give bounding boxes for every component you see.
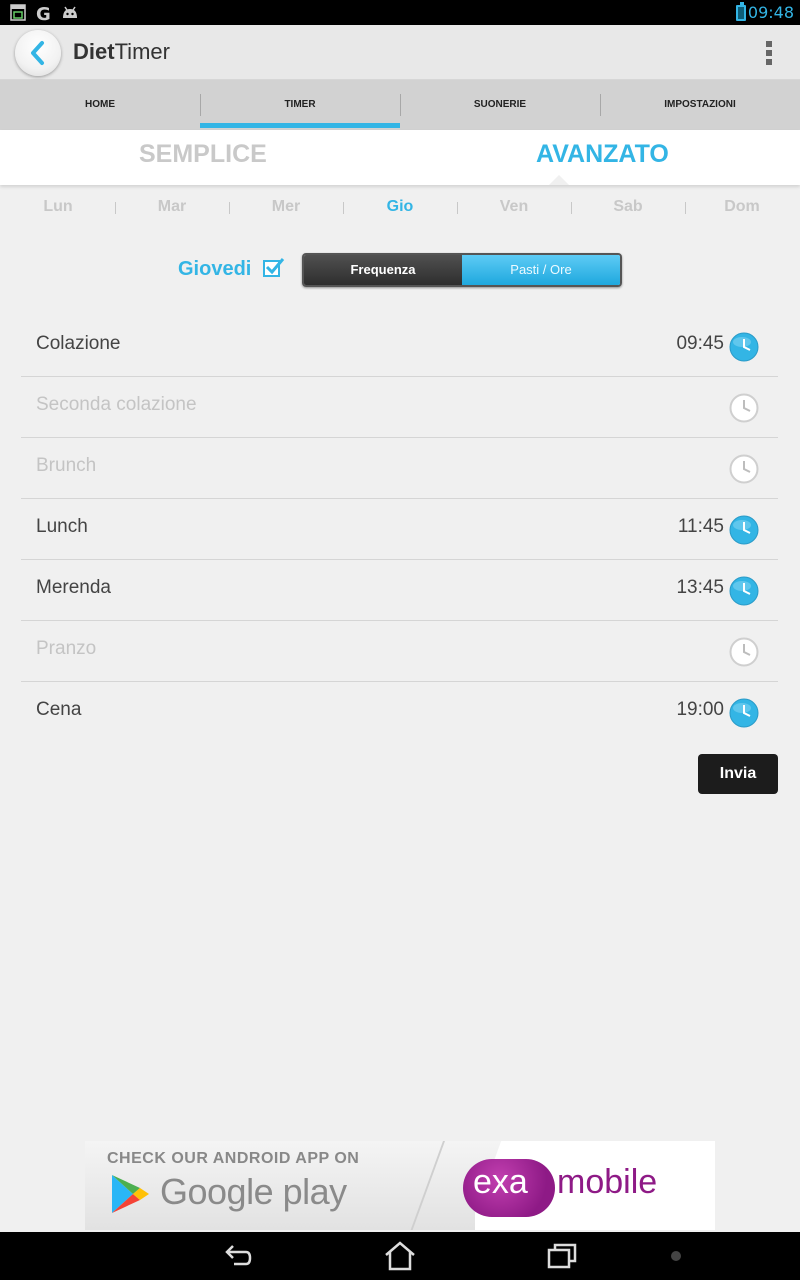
navigation-bar bbox=[0, 1232, 800, 1280]
day-mar[interactable]: Mar bbox=[115, 198, 229, 216]
meal-name: Seconda colazione bbox=[36, 394, 197, 415]
day-gio[interactable]: Gio bbox=[343, 198, 457, 216]
clock-active-icon[interactable] bbox=[729, 515, 759, 545]
exa-logo-text: exa bbox=[473, 1163, 528, 1201]
menu-dot-icon[interactable] bbox=[668, 1240, 684, 1272]
clock-inactive-icon[interactable] bbox=[729, 454, 759, 484]
clock-inactive-icon[interactable] bbox=[729, 393, 759, 423]
battery-icon bbox=[736, 2, 746, 21]
meal-name: Merenda bbox=[36, 577, 111, 598]
android-notification-icon bbox=[63, 6, 77, 18]
tab-suonerie[interactable]: SUONERIE bbox=[400, 80, 600, 130]
day-dom[interactable]: Dom bbox=[685, 198, 799, 216]
ad-headline: CHECK OUR ANDROID APP ON bbox=[107, 1150, 360, 1167]
meal-name: Brunch bbox=[36, 455, 97, 476]
meal-time: 11:45 bbox=[677, 516, 724, 537]
meal-name: Lunch bbox=[36, 516, 88, 537]
back-button[interactable] bbox=[15, 30, 61, 76]
chevron-left-icon bbox=[31, 41, 44, 65]
clock-active-icon[interactable] bbox=[729, 576, 759, 606]
mode-simple-tab[interactable]: SEMPLICE bbox=[139, 140, 267, 169]
main-tabs: HOME TIMER SUONERIE IMPOSTAZIONI bbox=[0, 80, 800, 130]
selected-day-label: Giovedi bbox=[178, 258, 252, 280]
google-notification-icon: G bbox=[36, 4, 51, 21]
back-nav-icon[interactable] bbox=[222, 1240, 254, 1272]
status-bar: G 09:48 bbox=[0, 0, 800, 25]
mobile-logo-text: mobile bbox=[557, 1163, 658, 1201]
svg-text:G: G bbox=[36, 4, 51, 21]
day-sab[interactable]: Sab bbox=[571, 198, 685, 216]
app-title: DietTimer bbox=[73, 39, 170, 64]
meal-name: Colazione bbox=[36, 333, 121, 354]
segment-pasti-ore[interactable]: Pasti / Ore bbox=[462, 255, 620, 285]
checkmark-icon bbox=[265, 258, 285, 275]
clock-active-icon[interactable] bbox=[729, 332, 759, 362]
google-play-label: Google play bbox=[160, 1171, 347, 1212]
mode-selector: SEMPLICE AVANZATO bbox=[0, 130, 800, 185]
selected-mode-indicator bbox=[549, 175, 569, 185]
meal-time: 13:45 bbox=[676, 577, 724, 598]
meal-time: 19:00 bbox=[676, 699, 724, 720]
clock-active-icon[interactable] bbox=[729, 698, 759, 728]
mode-advanced-tab[interactable]: AVANZATO bbox=[536, 140, 669, 169]
meal-row-lunch[interactable]: Lunch 11:45 bbox=[21, 499, 778, 560]
meal-row-seconda-colazione[interactable]: Seconda colazione bbox=[21, 377, 778, 438]
meal-row-brunch[interactable]: Brunch bbox=[21, 438, 778, 499]
recent-apps-nav-icon[interactable] bbox=[546, 1240, 578, 1272]
day-mer[interactable]: Mer bbox=[229, 198, 343, 216]
tab-timer[interactable]: TIMER bbox=[200, 80, 400, 130]
meal-row-merenda[interactable]: Merenda 13:45 bbox=[21, 560, 778, 621]
meal-name: Cena bbox=[36, 699, 82, 720]
overflow-menu-icon[interactable] bbox=[766, 41, 774, 65]
home-nav-icon[interactable] bbox=[383, 1240, 417, 1272]
day-enabled-checkbox[interactable] bbox=[263, 258, 285, 277]
day-ven[interactable]: Ven bbox=[457, 198, 571, 216]
mode-segmented-control: Frequenza Pasti / Ore bbox=[302, 253, 622, 287]
clock-inactive-icon[interactable] bbox=[729, 637, 759, 667]
gallery-notification-icon bbox=[10, 4, 26, 21]
day-lun[interactable]: Lun bbox=[1, 198, 115, 216]
invia-button[interactable]: Invia bbox=[698, 754, 778, 794]
segment-frequenza[interactable]: Frequenza bbox=[304, 255, 462, 285]
meal-row-pranzo[interactable]: Pranzo bbox=[21, 621, 778, 682]
ad-banner[interactable]: CHECK OUR ANDROID APP ON Google play exa… bbox=[85, 1141, 715, 1230]
meal-row-cena[interactable]: Cena 19:00 bbox=[21, 682, 778, 743]
google-play-icon bbox=[112, 1175, 149, 1213]
meal-list: Colazione 09:45 Seconda colazione Brunch… bbox=[21, 316, 778, 743]
meal-row-colazione[interactable]: Colazione 09:45 bbox=[21, 316, 778, 377]
meal-time: 09:45 bbox=[676, 333, 724, 354]
day-selector: Lun Mar Mer Gio Ven Sab Dom bbox=[0, 198, 800, 222]
meal-name: Pranzo bbox=[36, 638, 97, 659]
status-time: 09:48 bbox=[747, 3, 794, 22]
tab-home[interactable]: HOME bbox=[0, 80, 200, 130]
tab-impostazioni[interactable]: IMPOSTAZIONI bbox=[600, 80, 800, 130]
action-bar: DietTimer bbox=[0, 25, 800, 80]
